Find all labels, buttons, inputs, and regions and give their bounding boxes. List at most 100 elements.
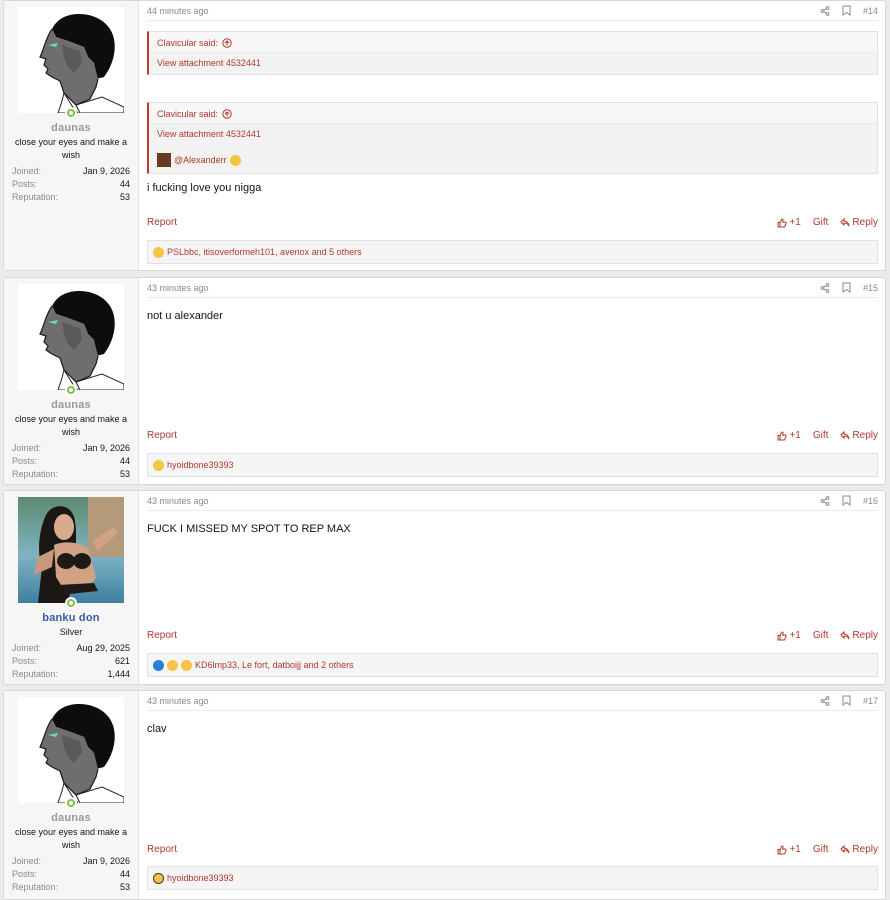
reply-label: Reply (852, 217, 878, 228)
reputation-label: Reputation: (12, 669, 59, 679)
attachment-link[interactable]: View attachment 4532441 (157, 58, 261, 68)
reactions-list[interactable]: PSLbbc, itisoverformeh101, avenox and 5 … (167, 247, 362, 257)
laughing-emoji-icon (181, 659, 192, 671)
post-time[interactable]: 43 minutes ago (147, 696, 209, 706)
mention-link[interactable]: @Alexanderr (174, 155, 227, 165)
post-time[interactable]: 44 minutes ago (147, 6, 209, 16)
reply-label: Reply (852, 430, 878, 441)
post-14: daunas close your eyes and make a wish J… (3, 0, 886, 271)
post-16: banku don Silver Joined: Aug 29, 2025 Pos… (3, 490, 886, 685)
posts-value: 621 (114, 656, 130, 666)
reply-button[interactable]: Reply (840, 844, 878, 855)
reactions-bar[interactable]: PSLbbc, itisoverformeh101, avenox and 5 … (147, 240, 878, 264)
report-link[interactable]: Report (147, 430, 177, 441)
user-extras: Joined: Aug 29, 2025 Posts: 621 Reputation… (10, 642, 132, 681)
post-number[interactable]: #16 (863, 496, 878, 506)
post-main: 43 minutes ago #15 not u alexander Repor… (139, 278, 885, 484)
arrow-up-circle-icon[interactable] (222, 109, 232, 119)
username[interactable]: daunas (10, 399, 132, 411)
post-header: 43 minutes ago #17 (147, 691, 878, 711)
mention: @Alexanderr (157, 153, 869, 167)
username[interactable]: daunas (10, 812, 132, 824)
quote-author-text[interactable]: Clavicular said: (157, 38, 218, 48)
share-icon[interactable] (820, 5, 830, 16)
bookmark-icon[interactable] (842, 695, 851, 706)
mini-avatar[interactable] (157, 153, 171, 167)
share-icon[interactable] (820, 695, 830, 706)
reply-arrow-icon (840, 431, 850, 440)
avatar[interactable] (18, 284, 124, 396)
thumbs-up-icon (777, 217, 788, 227)
reply-button[interactable]: Reply (840, 630, 878, 641)
reactions-bar[interactable]: hyoidbone39393 (147, 866, 878, 890)
quote-author[interactable]: Clavicular said: (149, 32, 877, 52)
reply-button[interactable]: Reply (840, 217, 878, 228)
quote-author[interactable]: Clavicular said: (149, 103, 877, 123)
posts-label: Posts: (12, 179, 38, 189)
arrow-up-circle-icon[interactable] (222, 38, 232, 48)
post-number[interactable]: #17 (863, 696, 878, 706)
posts-label: Posts: (12, 456, 38, 466)
bookmark-icon[interactable] (842, 282, 851, 293)
gift-button[interactable]: Gift (813, 430, 829, 441)
report-link[interactable]: Report (147, 217, 177, 228)
user-extras: Joined: Jan 9, 2026 Posts: 44 Reputation: 5… (10, 855, 132, 894)
attachment-link[interactable]: View attachment 4532441 (157, 129, 261, 139)
report-link[interactable]: Report (147, 630, 177, 641)
reactions-list[interactable]: hyoidbone39393 (167, 873, 234, 883)
reputation-value: 53 (119, 469, 130, 479)
avatar-image[interactable] (18, 7, 124, 113)
post-actions: Report +1 Gift Reply (147, 844, 878, 855)
online-status-icon (65, 107, 77, 119)
bookmark-icon[interactable] (842, 495, 851, 506)
gift-button[interactable]: Gift (813, 844, 829, 855)
post-time[interactable]: 43 minutes ago (147, 496, 209, 506)
reputation-label: Reputation: (12, 192, 59, 202)
reputation-label: Reputation: (12, 882, 59, 892)
plus-one-button[interactable]: +1 (777, 630, 801, 641)
reactions-bar[interactable]: KD6lmp33, Le fort, datboijj and 2 others (147, 653, 878, 677)
like-emoji-icon (153, 659, 164, 671)
avatar-image[interactable] (18, 697, 124, 803)
thumbs-up-icon (777, 630, 788, 640)
post-body: FUCK I MISSED MY SPOT TO REP MAX (147, 523, 351, 535)
reply-button[interactable]: Reply (840, 430, 878, 441)
plus-one-button[interactable]: +1 (777, 217, 801, 228)
post-number[interactable]: #14 (863, 6, 878, 16)
gift-button[interactable]: Gift (813, 217, 829, 228)
post-number[interactable]: #15 (863, 283, 878, 293)
plus-one-button[interactable]: +1 (777, 844, 801, 855)
avatar[interactable] (18, 697, 124, 809)
joined-value: Aug 29, 2025 (76, 643, 130, 653)
dizzy-emoji-icon (153, 872, 164, 884)
post-header: 43 minutes ago #16 (147, 491, 878, 511)
avatar[interactable] (18, 497, 124, 609)
post-body: clav (147, 723, 167, 735)
gift-button[interactable]: Gift (813, 630, 829, 641)
avatar[interactable] (18, 7, 124, 119)
report-link[interactable]: Report (147, 844, 177, 855)
post-main: 44 minutes ago #14 Clavicular said: View… (139, 1, 885, 270)
reactions-bar[interactable]: hyoidbone39393 (147, 453, 878, 477)
avatar-image[interactable] (18, 284, 124, 390)
laughing-emoji-icon (153, 459, 164, 471)
username[interactable]: banku don (10, 612, 132, 624)
share-icon[interactable] (820, 282, 830, 293)
bookmark-icon[interactable] (842, 5, 851, 16)
share-icon[interactable] (820, 495, 830, 506)
plus-one-button[interactable]: +1 (777, 430, 801, 441)
online-status-icon (65, 597, 77, 609)
reactions-list[interactable]: hyoidbone39393 (167, 460, 234, 470)
quote-author-text[interactable]: Clavicular said: (157, 109, 218, 119)
post-main: 43 minutes ago #16 FUCK I MISSED MY SPOT… (139, 491, 885, 684)
post-user-info: daunas close your eyes and make a wish J… (4, 1, 139, 270)
plus-one-label: +1 (789, 430, 801, 441)
joined-value: Jan 9, 2026 (82, 443, 130, 453)
reactions-list[interactable]: KD6lmp33, Le fort, datboijj and 2 others (195, 660, 354, 670)
user-title: close your eyes and make a wish (14, 414, 128, 437)
avatar-image[interactable] (18, 497, 124, 603)
username[interactable]: daunas (10, 122, 132, 134)
post-time[interactable]: 43 minutes ago (147, 283, 209, 293)
quote-block: Clavicular said: View attachment 4532441… (147, 102, 878, 174)
post-actions: Report +1 Gift Reply (147, 630, 878, 641)
